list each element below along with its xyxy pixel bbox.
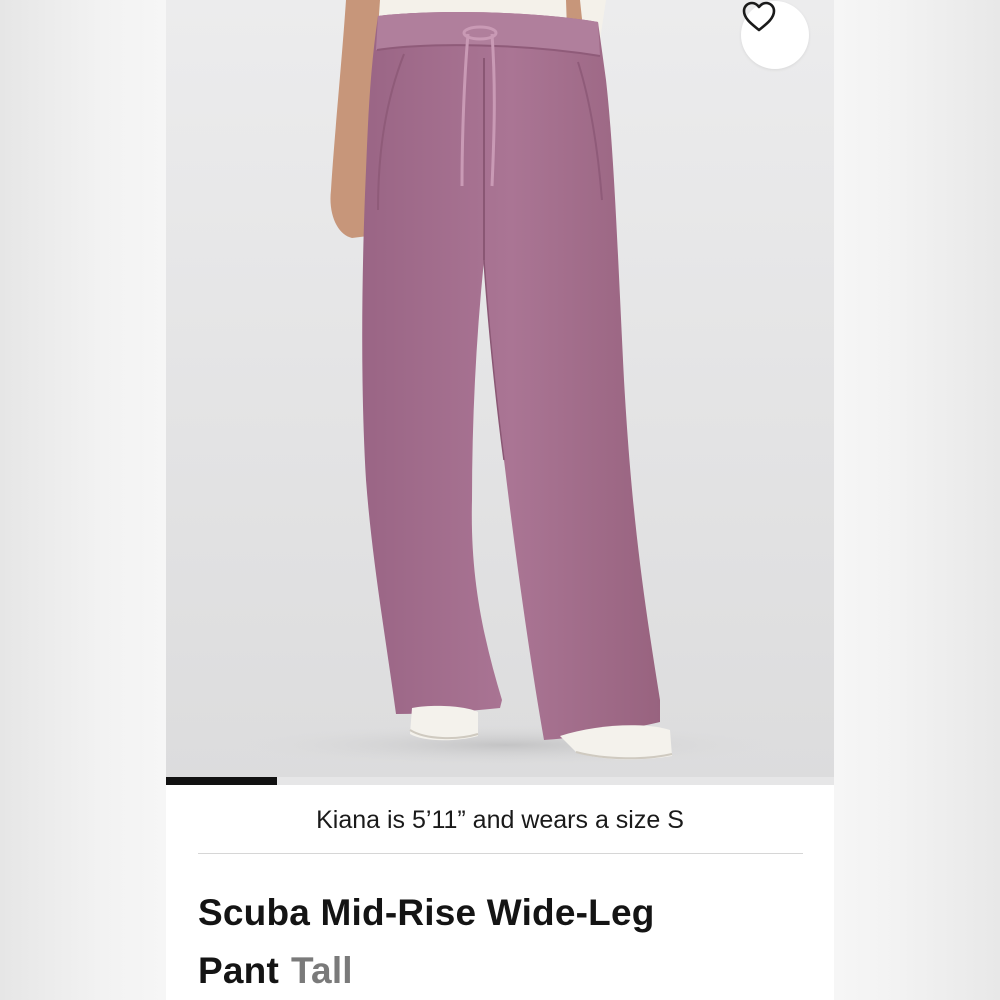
favorite-button[interactable] — [741, 1, 809, 69]
carousel-progress-indicator — [166, 777, 277, 785]
heart-icon — [742, 1, 776, 32]
right-backdrop — [834, 0, 1000, 1000]
model-size-caption: Kiana is 5’11” and wears a size S — [316, 806, 684, 834]
divider — [198, 853, 803, 854]
carousel-progress — [166, 777, 834, 785]
left-backdrop — [0, 0, 166, 1000]
product-title: Scuba Mid-Rise Wide-Leg Pant Tall — [198, 884, 758, 1000]
product-page: Kiana is 5’11” and wears a size S Scuba … — [166, 0, 834, 1000]
product-name: Scuba Mid-Rise Wide-Leg Pant — [198, 892, 655, 991]
product-image[interactable] — [166, 0, 834, 785]
product-photo — [166, 0, 834, 785]
product-variant: Tall — [290, 950, 353, 991]
